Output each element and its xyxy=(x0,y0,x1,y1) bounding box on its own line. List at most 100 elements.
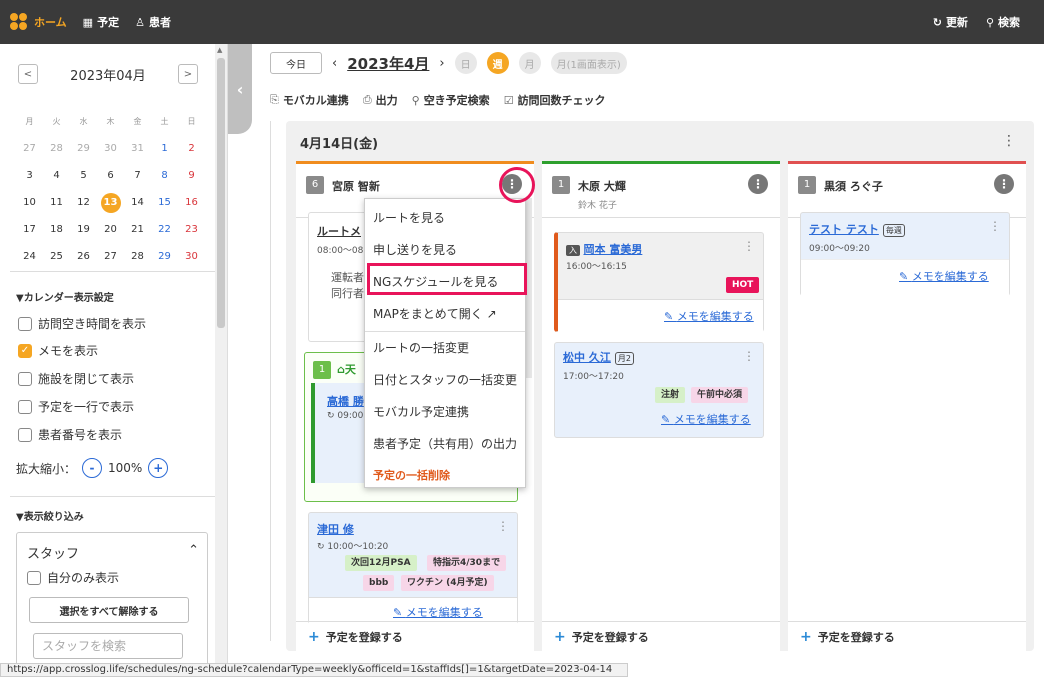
calendar-day-today[interactable]: 13 xyxy=(97,192,124,213)
menu-view-handover[interactable]: 申し送りを見る xyxy=(373,241,457,258)
calendar-day[interactable]: 23 xyxy=(178,224,205,235)
option-show-memo[interactable]: ✓ メモを表示 xyxy=(18,342,98,359)
view-week-button[interactable]: 週 xyxy=(486,52,509,74)
calendar-day[interactable]: 11 xyxy=(43,197,70,208)
edit-memo-link[interactable]: ✎ メモを編集する xyxy=(393,604,483,620)
nav-patients[interactable]: ♙ 患者 xyxy=(135,14,171,30)
free-slot-search-button[interactable]: ⚲ 空き予定検索 xyxy=(412,92,490,108)
next-month-button[interactable]: > xyxy=(177,64,198,84)
calendar-day[interactable]: 30 xyxy=(97,143,124,154)
calendar-day[interactable]: 16 xyxy=(178,197,205,208)
patient-name[interactable]: 岡本 富美男 xyxy=(584,243,643,256)
visit-card[interactable]: テスト テスト 毎週 ⋮ 09:00〜09:20 ✎ メモを編集する xyxy=(800,212,1010,297)
calendar-day[interactable]: 18 xyxy=(43,224,70,235)
card-menu-icon[interactable]: ⋮ xyxy=(743,349,755,363)
calendar-day[interactable]: 15 xyxy=(151,197,178,208)
staff-filter-header[interactable]: スタッフ ⌃ xyxy=(27,543,199,562)
menu-view-route[interactable]: ルートを見る xyxy=(373,209,445,226)
calendar-day[interactable]: 27 xyxy=(16,143,43,154)
menu-open-map[interactable]: MAPをまとめて開く ↗ xyxy=(373,305,497,322)
checkbox[interactable] xyxy=(27,570,41,585)
view-month-button[interactable]: 月 xyxy=(518,52,541,74)
checkbox[interactable] xyxy=(18,399,32,414)
checkbox[interactable] xyxy=(18,427,32,442)
edit-memo-link[interactable]: ✎ メモを編集する xyxy=(664,308,754,324)
scroll-up-icon[interactable]: ▲ xyxy=(217,46,225,54)
menu-export-patient-schedule[interactable]: 患者予定（共有用）の出力 xyxy=(373,435,517,452)
zoom-in-button[interactable]: + xyxy=(148,458,169,478)
collapse-sidebar-button[interactable]: ‹ xyxy=(228,44,252,134)
calendar-day[interactable]: 8 xyxy=(151,170,178,181)
calendar-day[interactable]: 3 xyxy=(16,170,43,181)
menu-bulk-delete[interactable]: 予定の一括削除 xyxy=(373,467,450,483)
search-button[interactable]: ⚲ 検索 xyxy=(986,14,1020,30)
clear-selection-button[interactable]: 選択をすべて解除する xyxy=(29,597,189,623)
patient-name[interactable]: 高橋 勝 xyxy=(327,393,364,409)
today-button[interactable]: 今日 xyxy=(270,52,322,74)
visit-card[interactable]: 松中 久江 月2 ⋮ 17:00〜17:20 注射 午前中必須 ✎ メモを編集する xyxy=(554,342,764,438)
add-schedule-button[interactable]: + 予定を登録する xyxy=(542,621,780,651)
calendar-day[interactable]: 6 xyxy=(97,170,124,181)
calendar-day[interactable]: 17 xyxy=(16,224,43,235)
patient-name[interactable]: 松中 久江 xyxy=(563,351,611,364)
calendar-day[interactable]: 10 xyxy=(16,197,43,208)
calendar-day[interactable]: 22 xyxy=(151,224,178,235)
calendar-day[interactable]: 14 xyxy=(124,197,151,208)
menu-mobacal-sync[interactable]: モバカル予定連携 xyxy=(373,403,469,420)
checkbox[interactable] xyxy=(18,316,32,331)
calendar-day[interactable]: 30 xyxy=(178,251,205,262)
refresh-button[interactable]: ↻ 更新 xyxy=(933,14,968,30)
patient-name[interactable]: テスト テスト xyxy=(809,223,879,236)
calendar-day[interactable]: 4 xyxy=(43,170,70,181)
calendar-day[interactable]: 27 xyxy=(97,251,124,262)
checkbox[interactable] xyxy=(18,371,32,386)
calendar-day[interactable]: 21 xyxy=(124,224,151,235)
zoom-out-button[interactable]: - xyxy=(82,458,103,478)
staff-menu-icon[interactable]: ⋮ xyxy=(994,174,1014,194)
menu-bulk-date-staff-change[interactable]: 日付とスタッフの一括変更 xyxy=(373,371,517,388)
calendar-day[interactable]: 2 xyxy=(178,143,205,154)
calendar-day[interactable]: 28 xyxy=(124,251,151,262)
calendar-day[interactable]: 1 xyxy=(151,143,178,154)
calendar-day[interactable]: 25 xyxy=(43,251,70,262)
current-month[interactable]: 2023年4月 xyxy=(347,53,429,74)
visit-count-check-button[interactable]: ☑ 訪問回数チェック xyxy=(504,92,606,108)
add-schedule-button[interactable]: + 予定を登録する xyxy=(788,621,1026,651)
next-period-button[interactable]: › xyxy=(439,56,444,71)
calendar-day[interactable]: 7 xyxy=(124,170,151,181)
calendar-day[interactable]: 28 xyxy=(43,143,70,154)
staff-search-input[interactable]: スタッフを検索 xyxy=(33,633,183,659)
calendar-day[interactable]: 24 xyxy=(16,251,43,262)
calendar-day[interactable]: 26 xyxy=(70,251,97,262)
calendar-day[interactable]: 5 xyxy=(70,170,97,181)
calendar-day[interactable]: 31 xyxy=(124,143,151,154)
app-logo-icon[interactable] xyxy=(10,13,28,31)
edit-memo-link[interactable]: ✎ メモを編集する xyxy=(899,268,989,284)
option-patient-number[interactable]: 患者番号を表示 xyxy=(18,426,122,443)
menu-bulk-route-change[interactable]: ルートの一括変更 xyxy=(373,339,469,356)
mobacal-sync-button[interactable]: ⎘ モバカル連携 xyxy=(270,92,349,108)
calendar-day[interactable]: 19 xyxy=(70,224,97,235)
scrollbar-thumb[interactable] xyxy=(217,58,225,328)
prev-period-button[interactable]: ‹ xyxy=(332,56,337,71)
card-menu-icon[interactable]: ⋮ xyxy=(497,519,509,533)
day-menu-icon[interactable]: ⋮ xyxy=(1002,133,1016,149)
calendar-day[interactable]: 29 xyxy=(151,251,178,262)
option-visit-free-time[interactable]: 訪問空き時間を表示 xyxy=(18,315,146,332)
view-month-single-button[interactable]: 月(1画面表示) xyxy=(550,52,627,74)
checkbox-checked[interactable]: ✓ xyxy=(18,343,32,358)
calendar-day[interactable]: 20 xyxy=(97,224,124,235)
sidebar-scrollbar[interactable]: ▲ xyxy=(215,44,227,677)
nav-home[interactable]: ホーム xyxy=(34,14,67,30)
card-menu-icon[interactable]: ⋮ xyxy=(989,219,1001,233)
prev-month-button[interactable]: < xyxy=(18,64,38,84)
calendar-day[interactable]: 9 xyxy=(178,170,205,181)
option-self-only[interactable]: 自分のみ表示 xyxy=(27,569,119,586)
edit-memo-link[interactable]: ✎ メモを編集する xyxy=(661,411,751,427)
patient-name[interactable]: 津田 修 xyxy=(317,521,354,537)
card-menu-icon[interactable]: ⋮ xyxy=(743,239,755,253)
option-one-line[interactable]: 予定を一行で表示 xyxy=(18,398,134,415)
staff-menu-icon[interactable]: ⋮ xyxy=(748,174,768,194)
print-button[interactable]: ⎙ 出力 xyxy=(363,92,398,108)
calendar-day[interactable]: 29 xyxy=(70,143,97,154)
